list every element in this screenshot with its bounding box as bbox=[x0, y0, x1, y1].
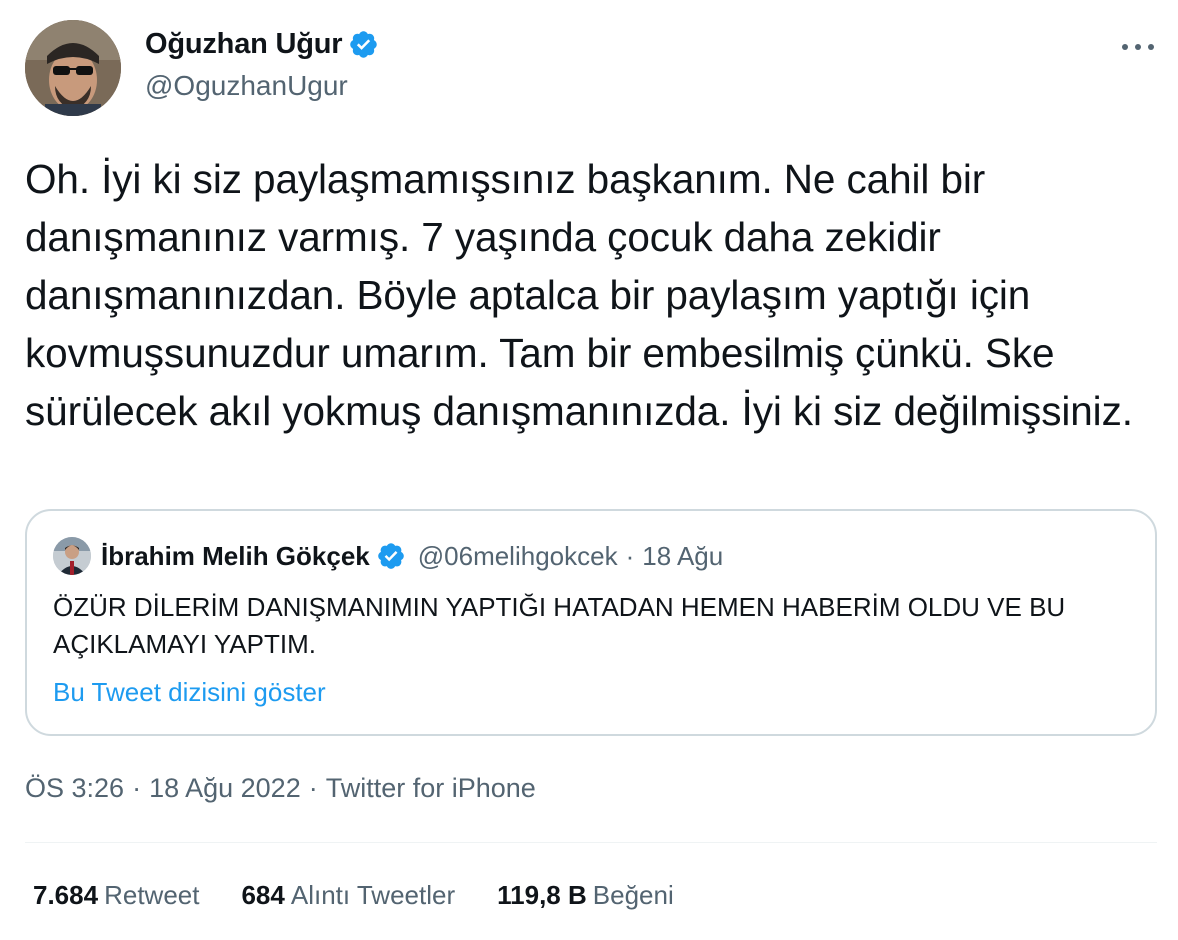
author-handle[interactable]: @OguzhanUgur bbox=[145, 70, 348, 102]
meta-separator: · bbox=[308, 773, 318, 803]
quoted-separator: · bbox=[625, 540, 635, 571]
quoted-author-avatar bbox=[53, 537, 91, 575]
likes-count: 119,8 B bbox=[497, 880, 587, 910]
more-options-icon bbox=[1122, 44, 1154, 50]
tweet-time[interactable]: ÖS 3:26 bbox=[25, 773, 124, 803]
quoted-author-photo bbox=[53, 537, 91, 575]
show-thread-link[interactable]: Bu Tweet dizisini göster bbox=[53, 677, 326, 708]
tweet-date[interactable]: 18 Ağu 2022 bbox=[149, 773, 301, 803]
author-photo bbox=[25, 20, 121, 116]
retweets-stat[interactable]: 7.684 Retweet bbox=[33, 880, 199, 911]
quotes-label: Alıntı Tweetler bbox=[290, 880, 456, 910]
tweet-source[interactable]: Twitter for iPhone bbox=[326, 773, 536, 803]
more-options-button[interactable] bbox=[1118, 32, 1158, 62]
divider bbox=[25, 842, 1157, 843]
author-display-name[interactable]: Oğuzhan Uğur bbox=[145, 28, 343, 61]
verified-badge-icon bbox=[377, 543, 404, 569]
quoted-author-display-name: İbrahim Melih Gökçek bbox=[101, 540, 370, 571]
quoted-tweet-date: 18 Ağu bbox=[642, 540, 724, 571]
meta-separator: · bbox=[132, 773, 142, 803]
tweet-stats: 7.684 Retweet 684 Alıntı Tweetler 119,8 BB… bbox=[33, 880, 716, 911]
tweet-detail: Oğuzhan Uğur @OguzhanUgur Oh. İyi ki siz… bbox=[0, 0, 1178, 940]
author-name-row: Oğuzhan Uğur bbox=[145, 28, 379, 61]
quoted-tweet[interactable]: İbrahim Melih Gökçek @06melihgokcek · 18… bbox=[25, 509, 1157, 736]
retweets-label: Retweet bbox=[104, 880, 200, 910]
quotes-stat[interactable]: 684 Alıntı Tweetler bbox=[241, 880, 455, 911]
quoted-tweet-header: İbrahim Melih Gökçek @06melihgokcek · 18… bbox=[53, 537, 723, 575]
likes-label: Beğeni bbox=[592, 880, 674, 910]
quoted-tweet-text: ÖZÜR DİLERİM DANIŞMANIMIN YAPTIĞI HATADA… bbox=[53, 592, 1066, 659]
author-avatar[interactable] bbox=[25, 20, 121, 116]
likes-stat[interactable]: 119,8 B Beğeni bbox=[497, 880, 674, 911]
quotes-count: 684 bbox=[241, 880, 285, 910]
tweet-meta: ÖS 3:26 · 18 Ağu 2022 · Twitter for iPhone bbox=[25, 773, 536, 804]
verified-badge-icon bbox=[350, 31, 378, 58]
tweet-text: Oh. İyi ki siz paylaşmamışsınız başkanım… bbox=[25, 156, 1133, 434]
quoted-author-handle: @06melihgokcek bbox=[417, 540, 618, 571]
retweets-count: 7.684 bbox=[33, 880, 99, 910]
